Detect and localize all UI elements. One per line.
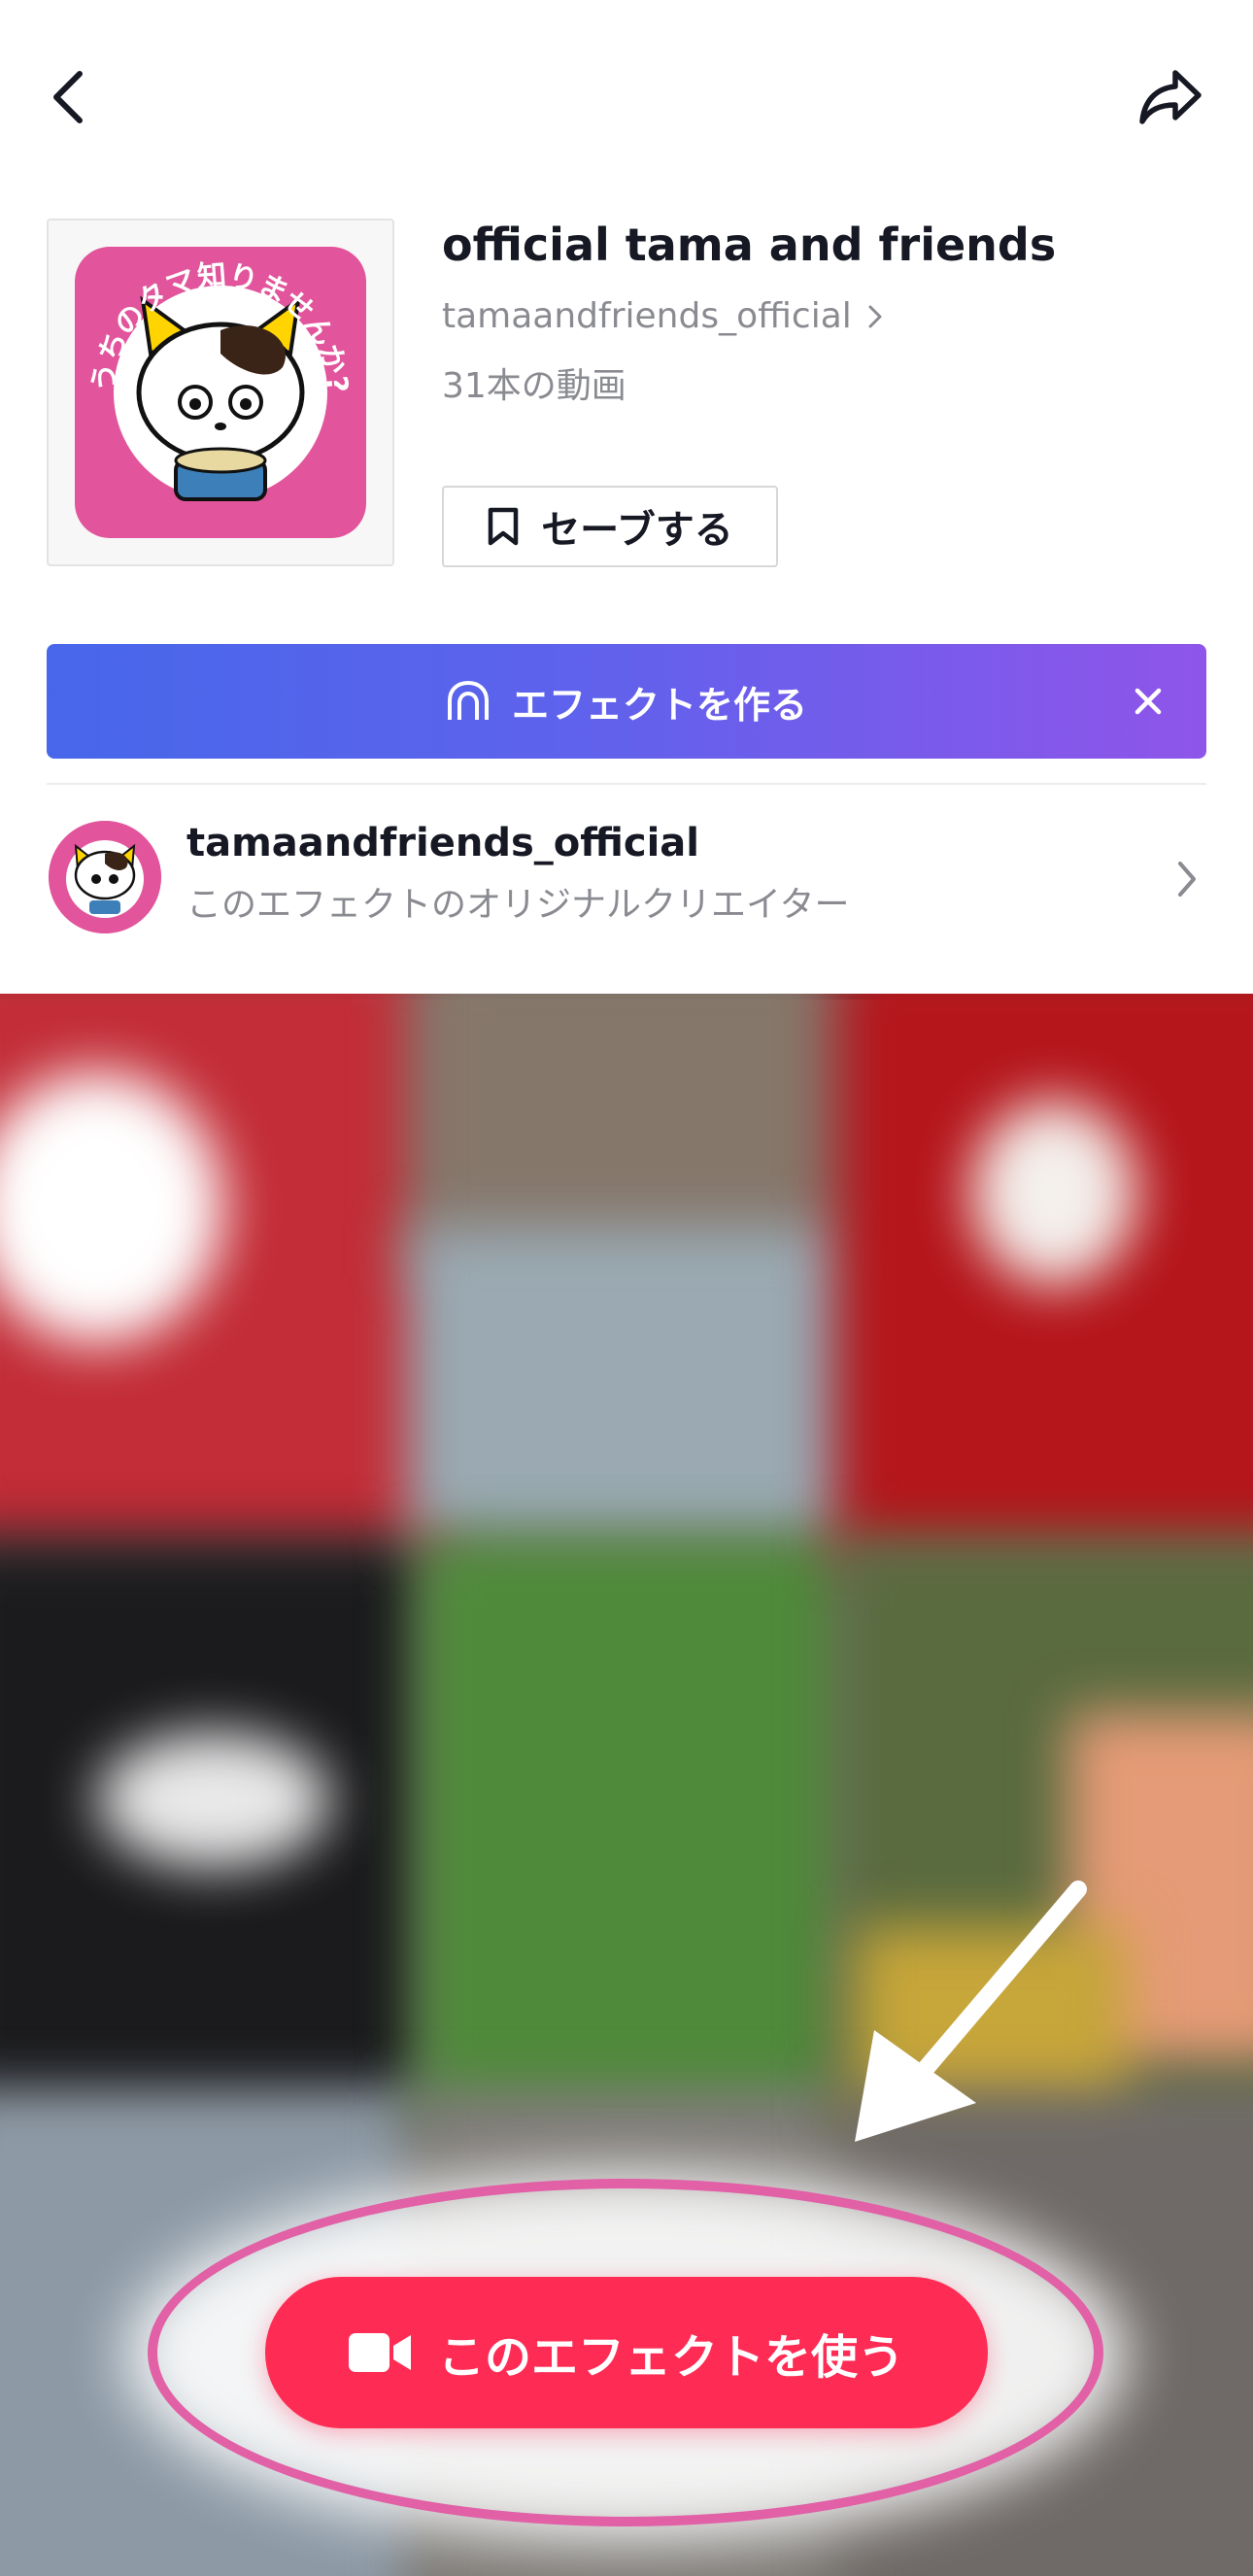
effect-handle-text: tamaandfriends_official <box>442 296 852 336</box>
video-camera-icon <box>348 2333 411 2372</box>
close-icon <box>1134 688 1162 715</box>
banner-close-button[interactable] <box>1117 670 1179 732</box>
save-button-label: セーブする <box>541 508 733 553</box>
tile-white-blob <box>971 1101 1136 1285</box>
use-effect-button[interactable]: このエフェクトを使う <box>265 2277 988 2428</box>
effect-handle-link[interactable]: tamaandfriends_official <box>442 296 883 336</box>
tile-blue-strip <box>408 1227 855 1538</box>
bookmark-icon <box>488 507 519 546</box>
effect-house-icon <box>447 680 489 720</box>
annotation-arrow-icon <box>855 1881 1087 2142</box>
video-count: 31本の動画 <box>442 366 626 406</box>
video-tile-5[interactable] <box>418 1538 845 2120</box>
creator-chevron <box>1166 855 1208 903</box>
creator-avatar <box>49 821 161 933</box>
share-button[interactable] <box>1127 60 1214 133</box>
create-effect-label: エフェクトを作る <box>511 683 807 727</box>
create-effect-banner[interactable]: エフェクトを作る <box>47 644 1206 759</box>
section-divider <box>47 783 1206 785</box>
chevron-right-icon <box>1178 862 1196 897</box>
creator-subtitle: このエフェクトのオリジナルクリエイター <box>186 885 850 925</box>
creator-name: tamaandfriends_official <box>186 821 699 865</box>
effect-title: official tama and friends <box>442 219 1057 271</box>
chevron-left-icon <box>53 70 83 123</box>
save-button[interactable]: セーブする <box>442 486 778 567</box>
back-button[interactable] <box>39 60 97 133</box>
share-arrow-icon <box>1139 69 1202 124</box>
use-effect-label: このエフェクトを使う <box>437 2330 904 2385</box>
effect-thumbnail: うちのタマ知りませんか? <box>47 219 394 566</box>
effect-logo-image: うちのタマ知りませんか? <box>75 247 366 538</box>
chevron-right-icon <box>868 305 882 327</box>
avatar-image <box>49 821 161 933</box>
tile-light-blob <box>97 1732 330 1868</box>
